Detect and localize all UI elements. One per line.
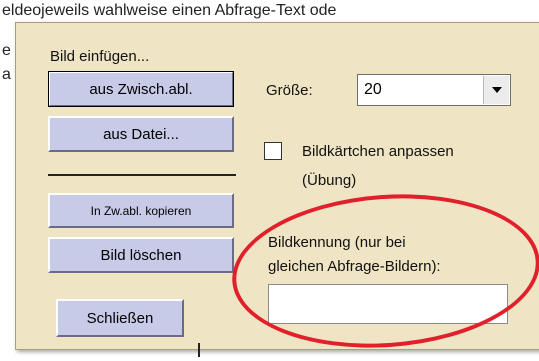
separator-line [48,174,236,176]
size-select[interactable]: 20 [357,74,511,106]
size-value: 20 [364,81,382,98]
background-text-fragment: a [2,66,11,83]
from-clipboard-button[interactable]: aus Zwisch.abl. [48,71,234,107]
fit-image-card-sublabel: (Übung) [302,172,357,189]
background-text-fragment: e [2,42,11,59]
fit-image-card-label: Bildkärtchen anpassen [302,143,454,160]
text-cursor [198,343,200,357]
copy-to-clipboard-button[interactable]: In Zw.abl. kopieren [48,193,234,228]
size-label: Größe: [266,82,313,99]
close-button[interactable]: Schließen [56,299,184,337]
fit-image-card-checkbox[interactable] [264,142,282,160]
chevron-down-icon[interactable] [483,76,509,104]
delete-image-button[interactable]: Bild löschen [48,237,234,273]
background-text-line: eldeojeweils wahlweise einen Abfrage-Tex… [2,2,337,19]
from-file-button[interactable]: aus Datei... [48,116,234,152]
insert-image-heading: Bild einfügen... [50,48,150,65]
